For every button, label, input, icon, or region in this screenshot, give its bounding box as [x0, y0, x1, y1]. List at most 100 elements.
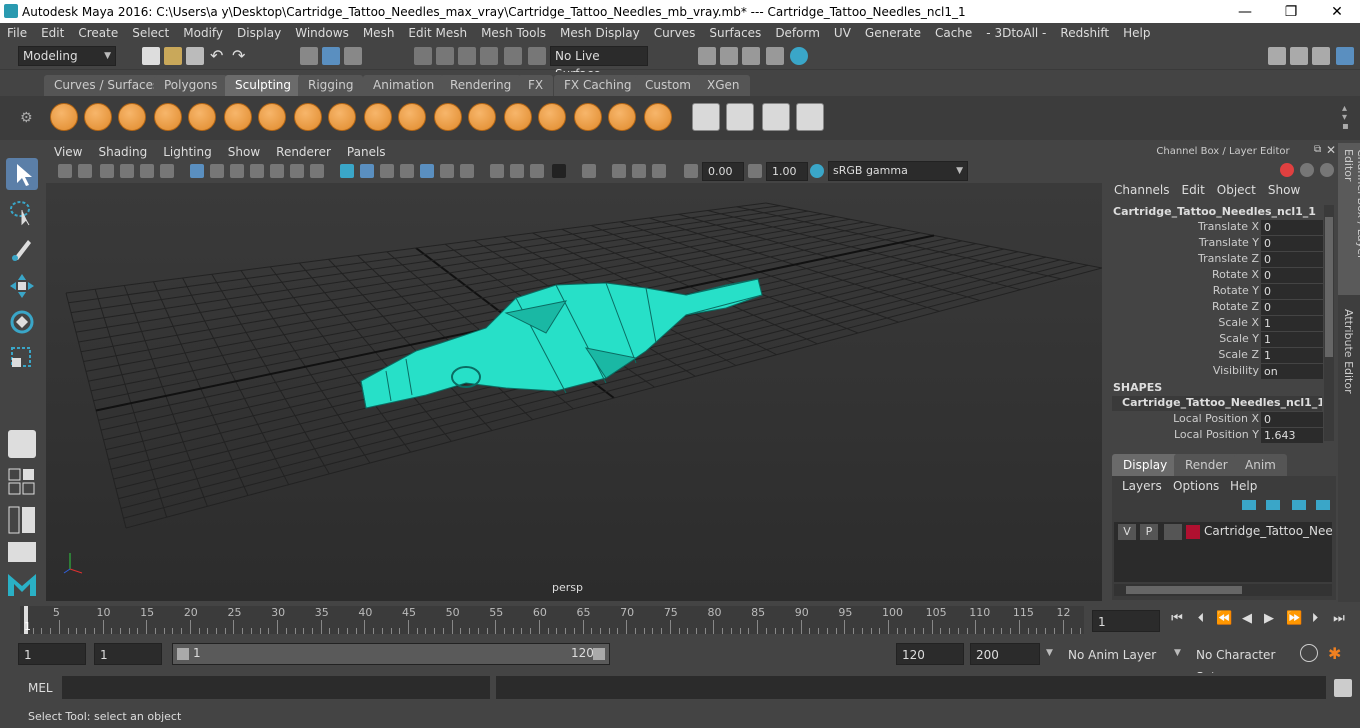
- graph-layout-icon[interactable]: [8, 542, 36, 562]
- snap-point-icon[interactable]: [458, 47, 476, 65]
- cb-menu-edit[interactable]: Edit: [1176, 183, 1211, 197]
- fill-tool-icon[interactable]: [468, 103, 496, 131]
- shelf-gear-icon[interactable]: ⚙: [20, 110, 33, 126]
- auto-key-icon[interactable]: [1300, 644, 1318, 662]
- viewport-menu-shading[interactable]: Shading: [90, 145, 155, 159]
- snap-view-icon[interactable]: [480, 47, 498, 65]
- safe-action-icon[interactable]: [290, 164, 304, 178]
- sculpt-mask-icon[interactable]: [762, 103, 790, 131]
- live-surface-field[interactable]: No Live Surface: [550, 46, 648, 81]
- attr-value[interactable]: on: [1261, 364, 1323, 379]
- animation-end-field[interactable]: 200: [970, 643, 1040, 665]
- go-to-end-icon[interactable]: ⏭: [1332, 612, 1346, 626]
- animation-start-field[interactable]: 1: [18, 643, 86, 665]
- layer-playback-toggle[interactable]: P: [1140, 524, 1158, 540]
- layer-tab-anim[interactable]: Anim: [1234, 454, 1287, 476]
- command-language-label[interactable]: MEL: [28, 681, 53, 695]
- anim-layer-dropdown[interactable]: No Anim Layer: [1062, 643, 1164, 665]
- step-forward-frame-icon[interactable]: ⏵: [1308, 612, 1322, 626]
- repeat-tool-icon[interactable]: [328, 103, 356, 131]
- undo-icon[interactable]: ↶: [210, 47, 228, 65]
- snap-grid-icon[interactable]: [414, 47, 432, 65]
- attr-translate-y[interactable]: Translate Y0: [1108, 236, 1323, 252]
- tab-curves-surfaces[interactable]: Curves / Surfaces: [44, 75, 170, 96]
- foamy-tool-icon[interactable]: [258, 103, 286, 131]
- hyper-icon[interactable]: [1320, 163, 1334, 177]
- attr-value[interactable]: 0: [1261, 300, 1323, 315]
- isolate-select-icon[interactable]: [582, 164, 596, 178]
- menu-deform[interactable]: Deform: [768, 26, 827, 40]
- go-to-start-icon[interactable]: ⏮: [1170, 612, 1184, 626]
- layer-menu-options[interactable]: Options: [1173, 479, 1219, 493]
- toggle-attribute-editor-icon[interactable]: [1312, 47, 1330, 65]
- sculpt-tool-icon[interactable]: [50, 103, 78, 131]
- select-hierarchy-icon[interactable]: [300, 47, 318, 65]
- attr-value[interactable]: 0: [1261, 252, 1323, 267]
- film-gate-icon[interactable]: [210, 164, 224, 178]
- tab-rendering[interactable]: Rendering: [440, 75, 522, 96]
- tab-custom[interactable]: Custom: [635, 75, 701, 96]
- color-space-dropdown[interactable]: sRGB gamma ▼: [828, 161, 968, 181]
- playback-start-field[interactable]: 1: [94, 643, 162, 665]
- gamma-icon[interactable]: [748, 164, 762, 178]
- menu-display[interactable]: Display: [230, 26, 288, 40]
- wireframe-on-shaded-icon[interactable]: [380, 164, 394, 178]
- menu-surfaces[interactable]: Surfaces: [702, 26, 768, 40]
- bookmark-icon[interactable]: [100, 164, 114, 178]
- command-input[interactable]: [62, 676, 490, 699]
- attr-rotate-y[interactable]: Rotate Y0: [1108, 284, 1323, 300]
- cb-menu-object[interactable]: Object: [1211, 183, 1262, 197]
- tab-animation[interactable]: Animation: [363, 75, 445, 96]
- smear-tool-icon[interactable]: [538, 103, 566, 131]
- anti-aliasing-icon[interactable]: [530, 164, 544, 178]
- perspective-viewport[interactable]: persp: [46, 183, 1102, 601]
- close-button[interactable]: ✕: [1314, 0, 1360, 23]
- imprint-tool-icon[interactable]: [364, 103, 392, 131]
- gate-mask-icon[interactable]: [250, 164, 264, 178]
- step-forward-key-icon[interactable]: ⏩: [1286, 612, 1302, 626]
- pinch-tool-icon[interactable]: [188, 103, 216, 131]
- layer-name[interactable]: Cartridge_Tattoo_Needle: [1204, 524, 1332, 538]
- attr-value[interactable]: 0: [1261, 412, 1323, 427]
- depth-of-field-icon[interactable]: [552, 164, 566, 178]
- wireframe-icon[interactable]: [340, 164, 354, 178]
- resolution-gate-icon[interactable]: [230, 164, 244, 178]
- xray-joints-icon[interactable]: [612, 164, 626, 178]
- four-view-layout-icon[interactable]: [8, 468, 36, 496]
- bulge-tool-icon[interactable]: [574, 103, 602, 131]
- attr-value[interactable]: 1: [1261, 332, 1323, 347]
- attr-local-position-x[interactable]: Local Position X0: [1108, 412, 1323, 428]
- outliner-layout-icon[interactable]: [8, 506, 36, 534]
- layer-visibility-toggle[interactable]: V: [1118, 524, 1136, 540]
- layer-tab-render[interactable]: Render: [1174, 454, 1239, 476]
- layer-menu-layers[interactable]: Layers: [1122, 479, 1162, 493]
- range-slider[interactable]: 1 120: [172, 643, 610, 665]
- hypershade-icon[interactable]: [790, 47, 808, 65]
- menu-redshift[interactable]: Redshift: [1053, 26, 1116, 40]
- color-management-icon[interactable]: [810, 164, 824, 178]
- close-panel-icon[interactable]: ✕: [1326, 143, 1336, 157]
- attr-translate-z[interactable]: Translate Z0: [1108, 252, 1323, 268]
- single-perspective-layout-icon[interactable]: [8, 430, 36, 458]
- ambient-occlusion-icon[interactable]: [490, 164, 504, 178]
- smooth-shade-icon[interactable]: [360, 164, 374, 178]
- grab-tool-icon[interactable]: [154, 103, 182, 131]
- flatten-tool-icon[interactable]: [224, 103, 252, 131]
- speed-icon[interactable]: [1300, 163, 1314, 177]
- select-tool-icon[interactable]: [6, 158, 38, 190]
- current-frame-field[interactable]: 1: [1092, 610, 1160, 632]
- play-backwards-icon[interactable]: ◀: [1240, 612, 1254, 626]
- grid-toggle-icon[interactable]: [190, 164, 204, 178]
- shadows-icon[interactable]: [460, 164, 474, 178]
- textured-icon[interactable]: [420, 164, 434, 178]
- attr-scale-z[interactable]: Scale Z1: [1108, 348, 1323, 364]
- two-d-pan-icon[interactable]: [140, 164, 154, 178]
- menu-help[interactable]: Help: [1116, 26, 1157, 40]
- scale-tool-icon[interactable]: [6, 342, 38, 374]
- render-settings-icon[interactable]: [766, 47, 784, 65]
- move-layer-up-icon[interactable]: [1292, 500, 1306, 510]
- cb-menu-show[interactable]: Show: [1262, 183, 1306, 197]
- tab-xgen[interactable]: XGen: [697, 75, 750, 96]
- camera-attributes-icon[interactable]: [78, 164, 92, 178]
- menu-edit[interactable]: Edit: [34, 26, 71, 40]
